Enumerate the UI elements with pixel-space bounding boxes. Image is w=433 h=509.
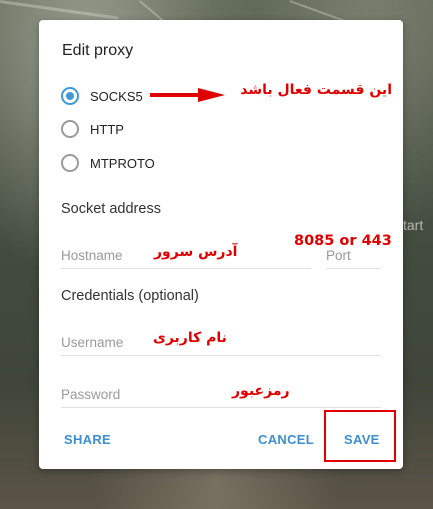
socket-address-title: Socket address [61, 201, 161, 217]
hostname-annotation: آدرس سرور [154, 244, 238, 260]
arrow-icon [150, 88, 225, 102]
background-text: tart [403, 217, 424, 233]
radio-mtproto-indicator[interactable] [61, 154, 79, 172]
port-annotation: 8085 or 443 [294, 233, 392, 249]
radio-mtproto[interactable]: MTPROTO [61, 154, 155, 172]
radio-http-indicator[interactable] [61, 120, 79, 138]
password-input[interactable] [61, 381, 381, 407]
radio-socks5[interactable]: SOCKS5 [61, 87, 143, 105]
radio-socks5-label: SOCKS5 [90, 88, 143, 104]
socks5-annotation: این قسمت فعال باشد [240, 82, 392, 98]
dialog-title: Edit proxy [62, 42, 134, 59]
credentials-title: Credentials (optional) [61, 288, 199, 304]
radio-mtproto-label: MTPROTO [90, 155, 155, 171]
radio-socks5-indicator[interactable] [61, 87, 79, 105]
password-annotation: رمزعبور [232, 383, 290, 399]
share-button[interactable]: SHARE [64, 432, 111, 447]
radio-http-label: HTTP [90, 121, 124, 137]
cancel-button[interactable]: CANCEL [258, 432, 314, 447]
save-highlight-box [324, 410, 396, 462]
radio-http[interactable]: HTTP [61, 120, 124, 138]
password-field[interactable] [61, 381, 381, 408]
username-annotation: نام کاربری [153, 330, 227, 346]
